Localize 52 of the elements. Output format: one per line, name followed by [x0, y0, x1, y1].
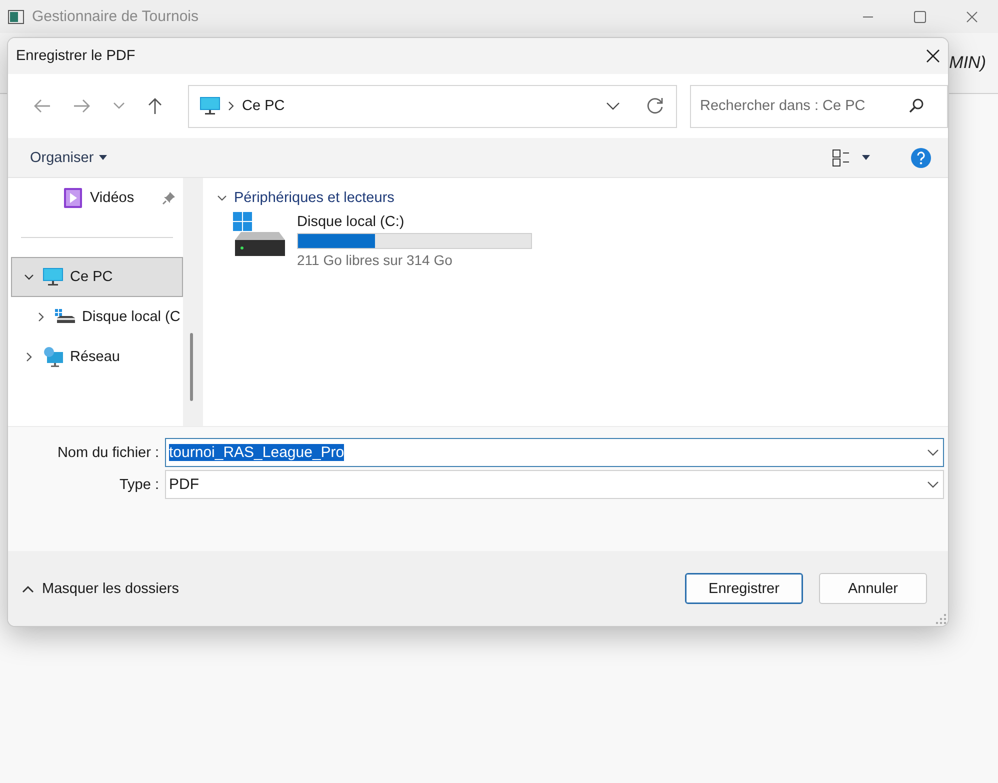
breadcrumb[interactable]: Ce PC [242, 98, 285, 114]
dialog-button[interactable]: Enregistrer [685, 573, 803, 604]
caret-icon [98, 155, 107, 160]
chevron-down-icon[interactable] [113, 102, 125, 110]
free-space-text: 211 Go libres sur 314 Go [297, 252, 454, 268]
chevron-icon[interactable] [24, 272, 34, 282]
forward-arrow-icon[interactable] [73, 98, 91, 114]
nav-item[interactable]: Disque local (C [11, 297, 183, 337]
hide-folders-button[interactable]: Masquer les dossiers [22, 580, 179, 596]
refresh-icon[interactable] [646, 97, 664, 115]
type-dropdown[interactable]: PDF [165, 470, 944, 499]
chevron-down-icon [927, 481, 939, 488]
back-arrow-icon[interactable] [33, 98, 51, 114]
dialog-button[interactable]: Annuler [819, 573, 927, 604]
chevron-right-icon [228, 101, 234, 111]
search-icon [908, 98, 924, 114]
search-field[interactable]: Rechercher dans : Ce PC [690, 84, 948, 128]
nav-item[interactable]: Vidéos [11, 178, 183, 218]
up-arrow-icon[interactable] [147, 97, 163, 115]
resize-grip-icon[interactable] [936, 614, 946, 624]
hard-drive-icon [231, 212, 287, 258]
chevron-icon[interactable] [24, 352, 34, 362]
video-icon [64, 188, 82, 208]
monitor-icon [200, 97, 220, 115]
heading-text: MIN) [949, 53, 987, 73]
group-header[interactable]: Périphériques et lecteurs [203, 190, 948, 206]
nav-item[interactable]: Ce PC [11, 257, 183, 297]
chevron-icon[interactable] [36, 312, 46, 322]
dialog-title: Enregistrer le PDF [16, 48, 136, 64]
nav-item[interactable]: Réseau [11, 337, 183, 377]
view-options-icon[interactable] [832, 148, 850, 166]
app-icon [8, 10, 24, 24]
drive-name[interactable]: Disque local (C:) [297, 214, 532, 230]
chevron-up-icon [22, 584, 34, 592]
chevron-down-icon [927, 449, 939, 456]
network-icon [43, 347, 63, 367]
monitor-icon [43, 268, 63, 286]
organize-menu[interactable]: Organiser [28, 148, 109, 168]
scrollbar-thumb[interactable] [190, 333, 193, 401]
maximize-icon[interactable] [914, 10, 926, 22]
caret-icon[interactable] [862, 155, 870, 160]
close-icon[interactable] [926, 49, 940, 63]
field-label: Nom du fichier : [56, 444, 160, 460]
dropdown-icon[interactable] [606, 102, 620, 110]
drive-icon [55, 309, 75, 325]
pin-icon [162, 191, 176, 205]
address-bar[interactable]: Ce PC [188, 84, 677, 128]
field-label: Type : [118, 476, 160, 492]
filename-field[interactable]: tournoi_RAS_League_Pro [165, 438, 944, 467]
chevron-icon [217, 195, 227, 201]
help-icon[interactable] [911, 148, 931, 168]
window-title: Gestionnaire de Tournois [32, 8, 200, 25]
